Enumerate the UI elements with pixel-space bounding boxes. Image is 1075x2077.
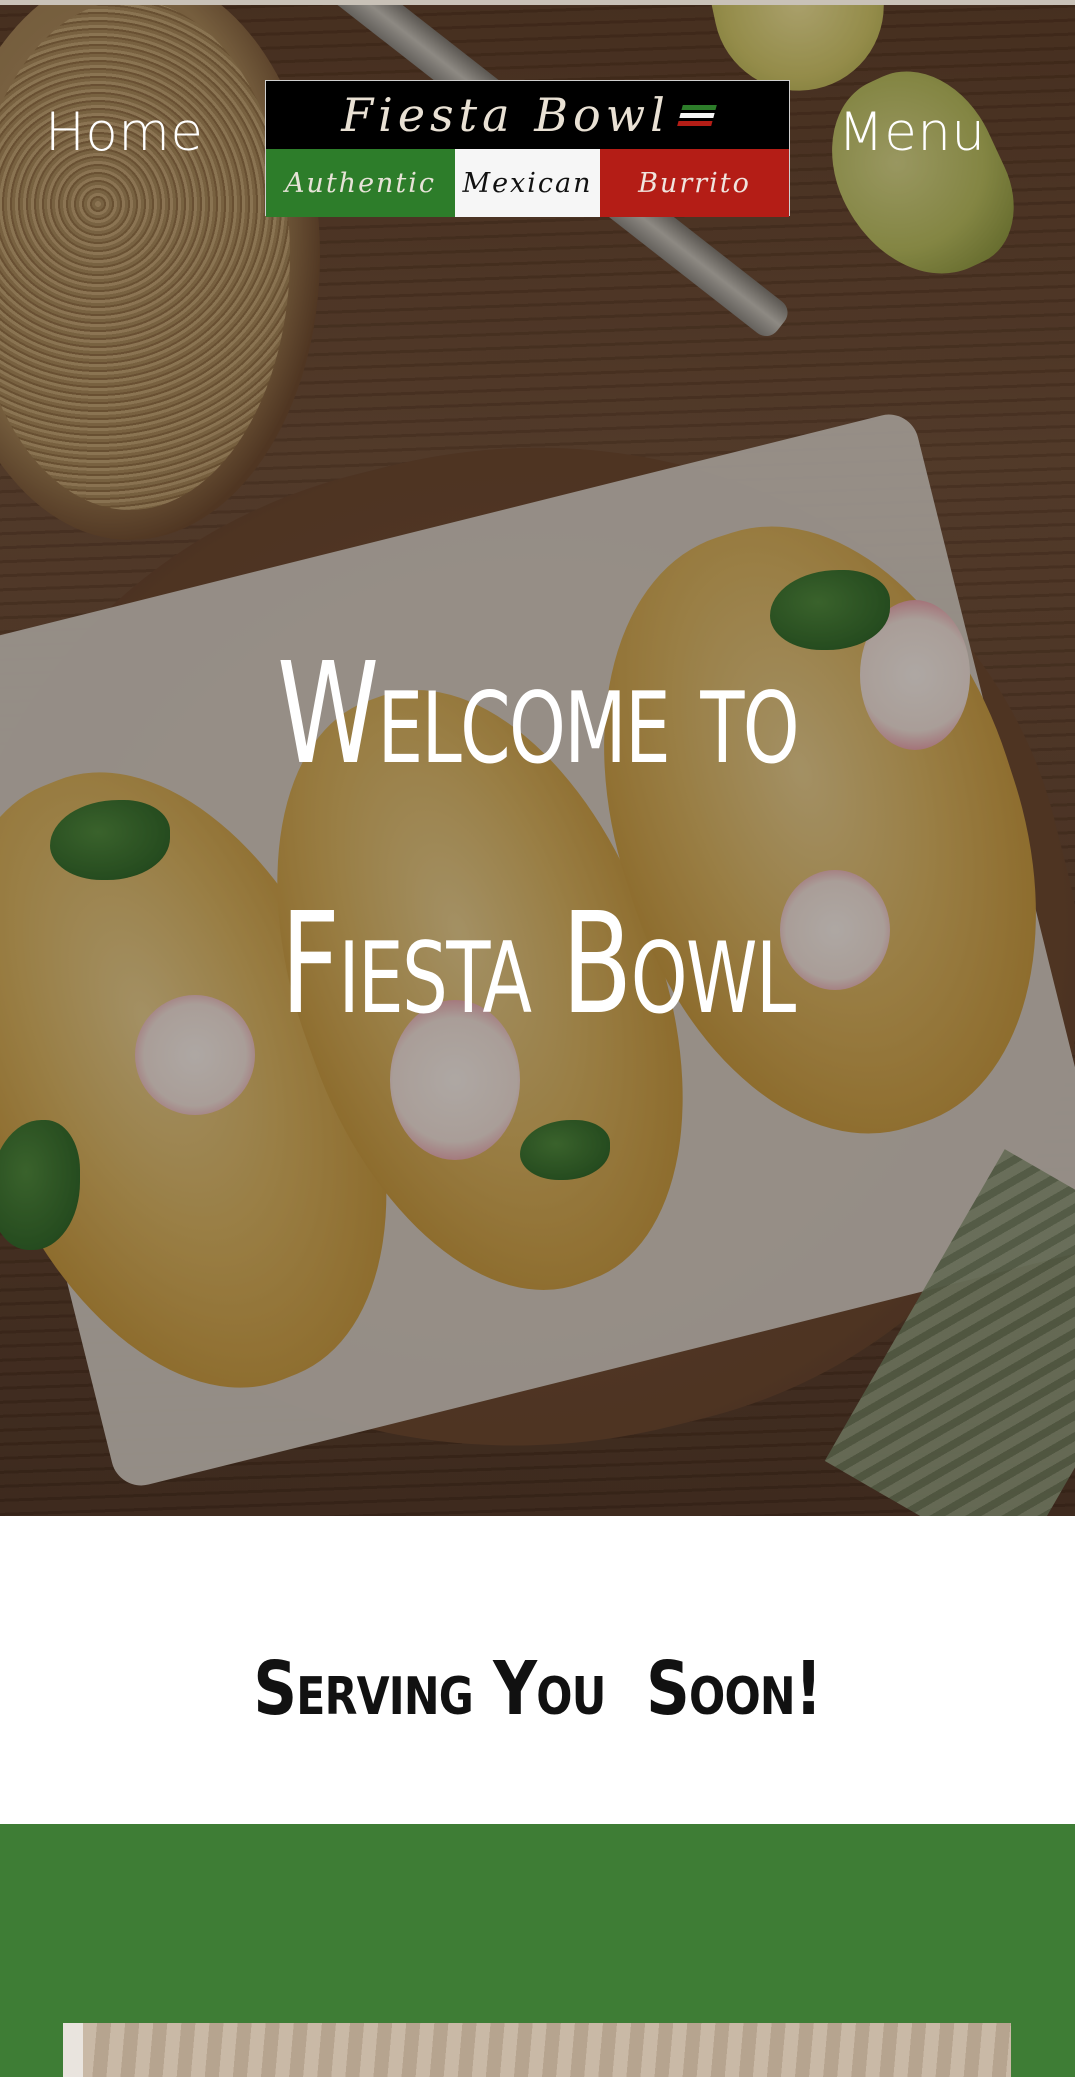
serving-heading: Serving You Soon!: [253, 1646, 822, 1732]
logo-tagline-mexican: Mexican: [455, 149, 600, 217]
site-logo[interactable]: Fiesta Bowl Authentic Mexican Burrito: [265, 80, 790, 217]
logo-tagline-bar: Authentic Mexican Burrito: [266, 149, 789, 217]
green-section: [0, 1824, 1075, 2077]
nav-home-link[interactable]: Home: [45, 102, 225, 172]
hero-title: Welcome to Fiesta Bowl: [97, 590, 979, 1090]
logo-tagline-authentic: Authentic: [266, 149, 455, 217]
mexican-flag-icon: [676, 104, 717, 126]
hero-title-line-1: Welcome to: [277, 633, 800, 796]
nav-menu-link[interactable]: Menu: [838, 102, 1028, 172]
logo-title-bar: Fiesta Bowl: [266, 81, 789, 149]
top-strip: [0, 0, 1075, 5]
serving-section: Serving You Soon!: [0, 1516, 1075, 1824]
section-photo: [63, 2023, 1011, 2077]
hero-banner: Home Menu Fiesta Bowl Authentic Mexican …: [0, 0, 1075, 1516]
logo-title: Fiesta Bowl: [341, 88, 670, 142]
logo-tagline-burrito: Burrito: [600, 149, 789, 217]
hero-title-line-2: Fiesta Bowl: [280, 883, 797, 1046]
